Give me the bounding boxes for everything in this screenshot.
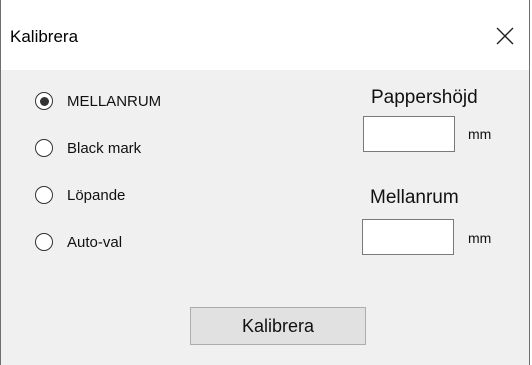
- gap-input[interactable]: [362, 219, 454, 255]
- radio-auto-val[interactable]: Auto-val: [35, 229, 122, 255]
- window-title: Kalibrera: [10, 27, 79, 46]
- radio-label: Black mark: [67, 139, 142, 157]
- gap-unit: mm: [468, 230, 492, 246]
- radio-label: Löpande: [67, 186, 126, 204]
- close-icon: [496, 27, 514, 45]
- radio-label: Auto-val: [67, 233, 123, 251]
- radio-black-mark[interactable]: Black mark: [35, 135, 141, 161]
- dialog-content: MELLANRUM Black mark Löpande Auto-val Pa…: [1, 70, 529, 365]
- radio-button[interactable]: [35, 186, 53, 204]
- radio-button-selected[interactable]: [35, 92, 53, 110]
- paper-height-unit: mm: [468, 126, 492, 142]
- paper-height-label: Pappershöjd: [371, 87, 478, 108]
- calibrate-dialog: Kalibrera MELLANRUM Black mark Löpande A…: [0, 0, 530, 365]
- title-bar: Kalibrera: [1, 0, 529, 70]
- radio-lopande[interactable]: Löpande: [35, 182, 125, 208]
- paper-height-input[interactable]: [363, 116, 455, 152]
- close-button[interactable]: [481, 16, 529, 56]
- radio-button[interactable]: [35, 139, 53, 157]
- radio-label: MELLANRUM: [67, 92, 162, 110]
- calibrate-button[interactable]: Kalibrera: [190, 307, 366, 345]
- radio-button[interactable]: [35, 233, 53, 251]
- gap-label: Mellanrum: [370, 187, 459, 208]
- radio-dot: [39, 96, 49, 106]
- radio-mellanrum[interactable]: MELLANRUM: [35, 88, 161, 114]
